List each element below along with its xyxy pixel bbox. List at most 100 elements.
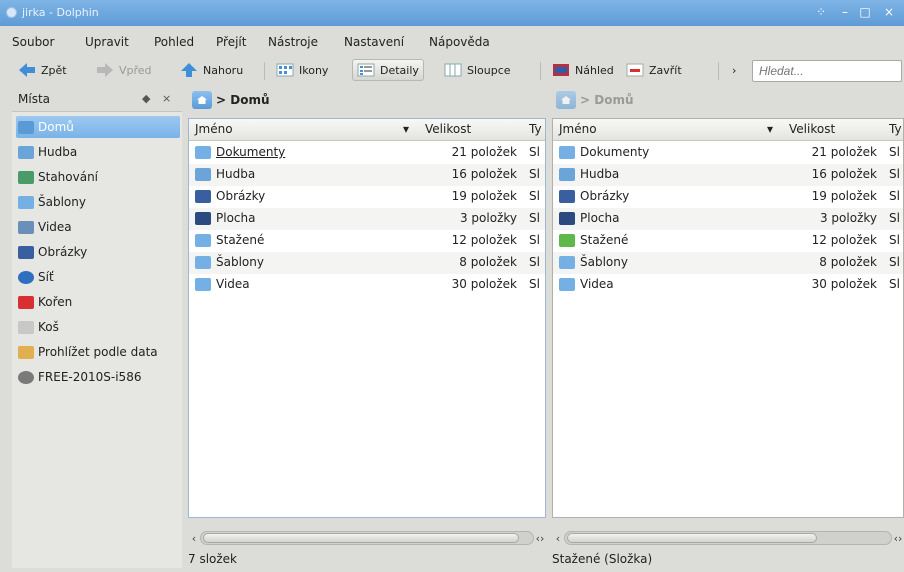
file-name: Plocha [580,211,620,225]
scroll-left-icon[interactable]: ‹ [552,532,564,545]
file-name: Stažené [580,233,629,247]
icons-view-label: Ikony [299,63,329,77]
table-row[interactable]: Dokumenty 21 položek Sl [189,142,545,164]
details-view-button[interactable]: Detaily [352,59,424,81]
home-icon[interactable] [192,91,212,109]
columns-view-label: Sloupce [467,63,511,77]
file-type: Sl [529,211,540,225]
video-folder-icon [195,277,211,291]
close-icon[interactable]: × [880,4,898,20]
place-item[interactable]: Síť [16,266,180,288]
place-label: Videa [38,220,72,234]
table-row[interactable]: Plocha 3 položky Sl [189,208,545,230]
place-item[interactable]: Šablony [16,191,180,213]
column-name[interactable]: Jméno [195,122,233,136]
right-pane: > Domů Jméno ▾ Velikost Ty Dokumenty 21 p… [552,88,904,572]
place-item[interactable]: Koš [16,316,180,338]
file-name: Videa [216,277,250,291]
scroll-track[interactable] [200,531,534,545]
details-view-label: Detaily [380,63,419,77]
left-pane: > Domů Jméno ▾ Velikost Ty Dokumenty 21 p… [188,88,546,572]
file-type: Sl [529,255,540,269]
minimize-icon[interactable]: – [836,4,854,20]
scroll-track[interactable] [564,531,892,545]
file-type: Sl [529,277,540,291]
scroll-left-icon[interactable]: ‹ [188,532,200,545]
table-row[interactable]: Plocha 3 položky Sl [553,208,903,230]
place-item[interactable]: Videa [16,216,180,238]
detach-panel-icon[interactable]: ◆ [142,92,150,105]
column-size[interactable]: Velikost [425,122,471,136]
forward-button[interactable]: Vpřed [92,59,156,81]
menu-nastaveni[interactable]: Nastavení [344,35,404,49]
preview-icon [552,62,570,78]
sort-chevron-icon[interactable]: ▾ [403,122,409,136]
scroll-thumb[interactable] [567,533,817,543]
table-row[interactable]: Stažené 12 položek Sl [189,230,545,252]
column-name[interactable]: Jméno [559,122,597,136]
place-item[interactable]: FREE-2010S-i586 [16,366,180,388]
table-row[interactable]: Hudba 16 položek Sl [553,164,903,186]
maximize-icon[interactable]: □ [856,4,874,20]
place-item[interactable]: Kořen [16,291,180,313]
close-split-button[interactable]: Zavřít [622,59,686,81]
file-name-cell: Videa [195,277,250,291]
menu-napoveda[interactable]: Nápověda [429,35,490,49]
music-folder-icon [18,145,34,159]
file-name: Hudba [580,167,620,181]
breadcrumb-current[interactable]: Domů [230,93,269,107]
places-panel: Místa ◆ × Domů Hudba Stahování Šablony Videa… [12,88,182,568]
scroll-right-icon[interactable]: ‹› [534,532,546,545]
scroll-right-icon[interactable]: ‹› [892,532,904,545]
menu-pohled[interactable]: Pohled [154,35,194,49]
horizontal-scrollbar[interactable]: ‹ ‹› [188,528,546,548]
toolbar-extension-arrow[interactable]: › [728,59,740,81]
table-row[interactable]: Šablony 8 položek Sl [553,252,903,274]
menu-soubor[interactable]: Soubor [12,35,54,49]
column-type[interactable]: Ty [889,122,902,136]
breadcrumb-separator: > [216,93,231,107]
place-item[interactable]: Obrázky [16,241,180,263]
place-item[interactable]: Stahování [16,166,180,188]
search-input[interactable] [752,60,902,82]
sort-chevron-icon[interactable]: ▾ [767,122,773,136]
file-name-cell: Stažené [195,233,264,247]
table-row[interactable]: Dokumenty 21 položek Sl [553,142,903,164]
status-bar: Stažené (Složka) [552,552,653,566]
place-item[interactable]: Domů [16,116,180,138]
table-row[interactable]: Obrázky 19 položek Sl [553,186,903,208]
column-size[interactable]: Velikost [789,122,835,136]
horizontal-scrollbar[interactable]: ‹ ‹› [552,528,904,548]
table-row[interactable]: Videa 30 položek Sl [553,274,903,296]
preview-button[interactable]: Náhled [548,59,618,81]
file-type: Sl [889,233,900,247]
folder-icon [18,195,34,209]
breadcrumb: > Domů [552,88,904,112]
up-button[interactable]: Nahoru [176,59,247,81]
close-panel-icon[interactable]: × [162,92,171,105]
close-split-label: Zavřít [649,63,682,77]
table-row[interactable]: Šablony 8 položek Sl [189,252,545,274]
table-row[interactable]: Hudba 16 položek Sl [189,164,545,186]
menu-nastroje[interactable]: Nástroje [268,35,318,49]
icons-view-button[interactable]: Ikony [272,59,332,81]
breadcrumb-current[interactable]: Domů [594,93,633,107]
table-row[interactable]: Obrázky 19 položek Sl [189,186,545,208]
column-type[interactable]: Ty [529,122,542,136]
video-folder-icon [18,220,34,234]
menu-prejit[interactable]: Přejít [216,35,246,49]
back-button[interactable]: Zpět [14,59,71,81]
file-name-cell: Šablony [559,255,628,269]
menu-upravit[interactable]: Upravit [85,35,129,49]
file-size: 3 položky [459,211,517,225]
columns-view-button[interactable]: Sloupce [440,59,515,81]
window-menu-icon[interactable]: ⁘ [812,4,830,20]
place-item[interactable]: Hudba [16,141,180,163]
table-row[interactable]: Stažené 12 položek Sl [553,230,903,252]
place-item[interactable]: Prohlížet podle data [16,341,180,363]
home-icon[interactable] [556,91,576,109]
file-size: 21 položek [811,145,877,159]
scroll-thumb[interactable] [203,533,519,543]
table-row[interactable]: Videa 30 položek Sl [189,274,545,296]
toolbar-separator [718,62,719,80]
